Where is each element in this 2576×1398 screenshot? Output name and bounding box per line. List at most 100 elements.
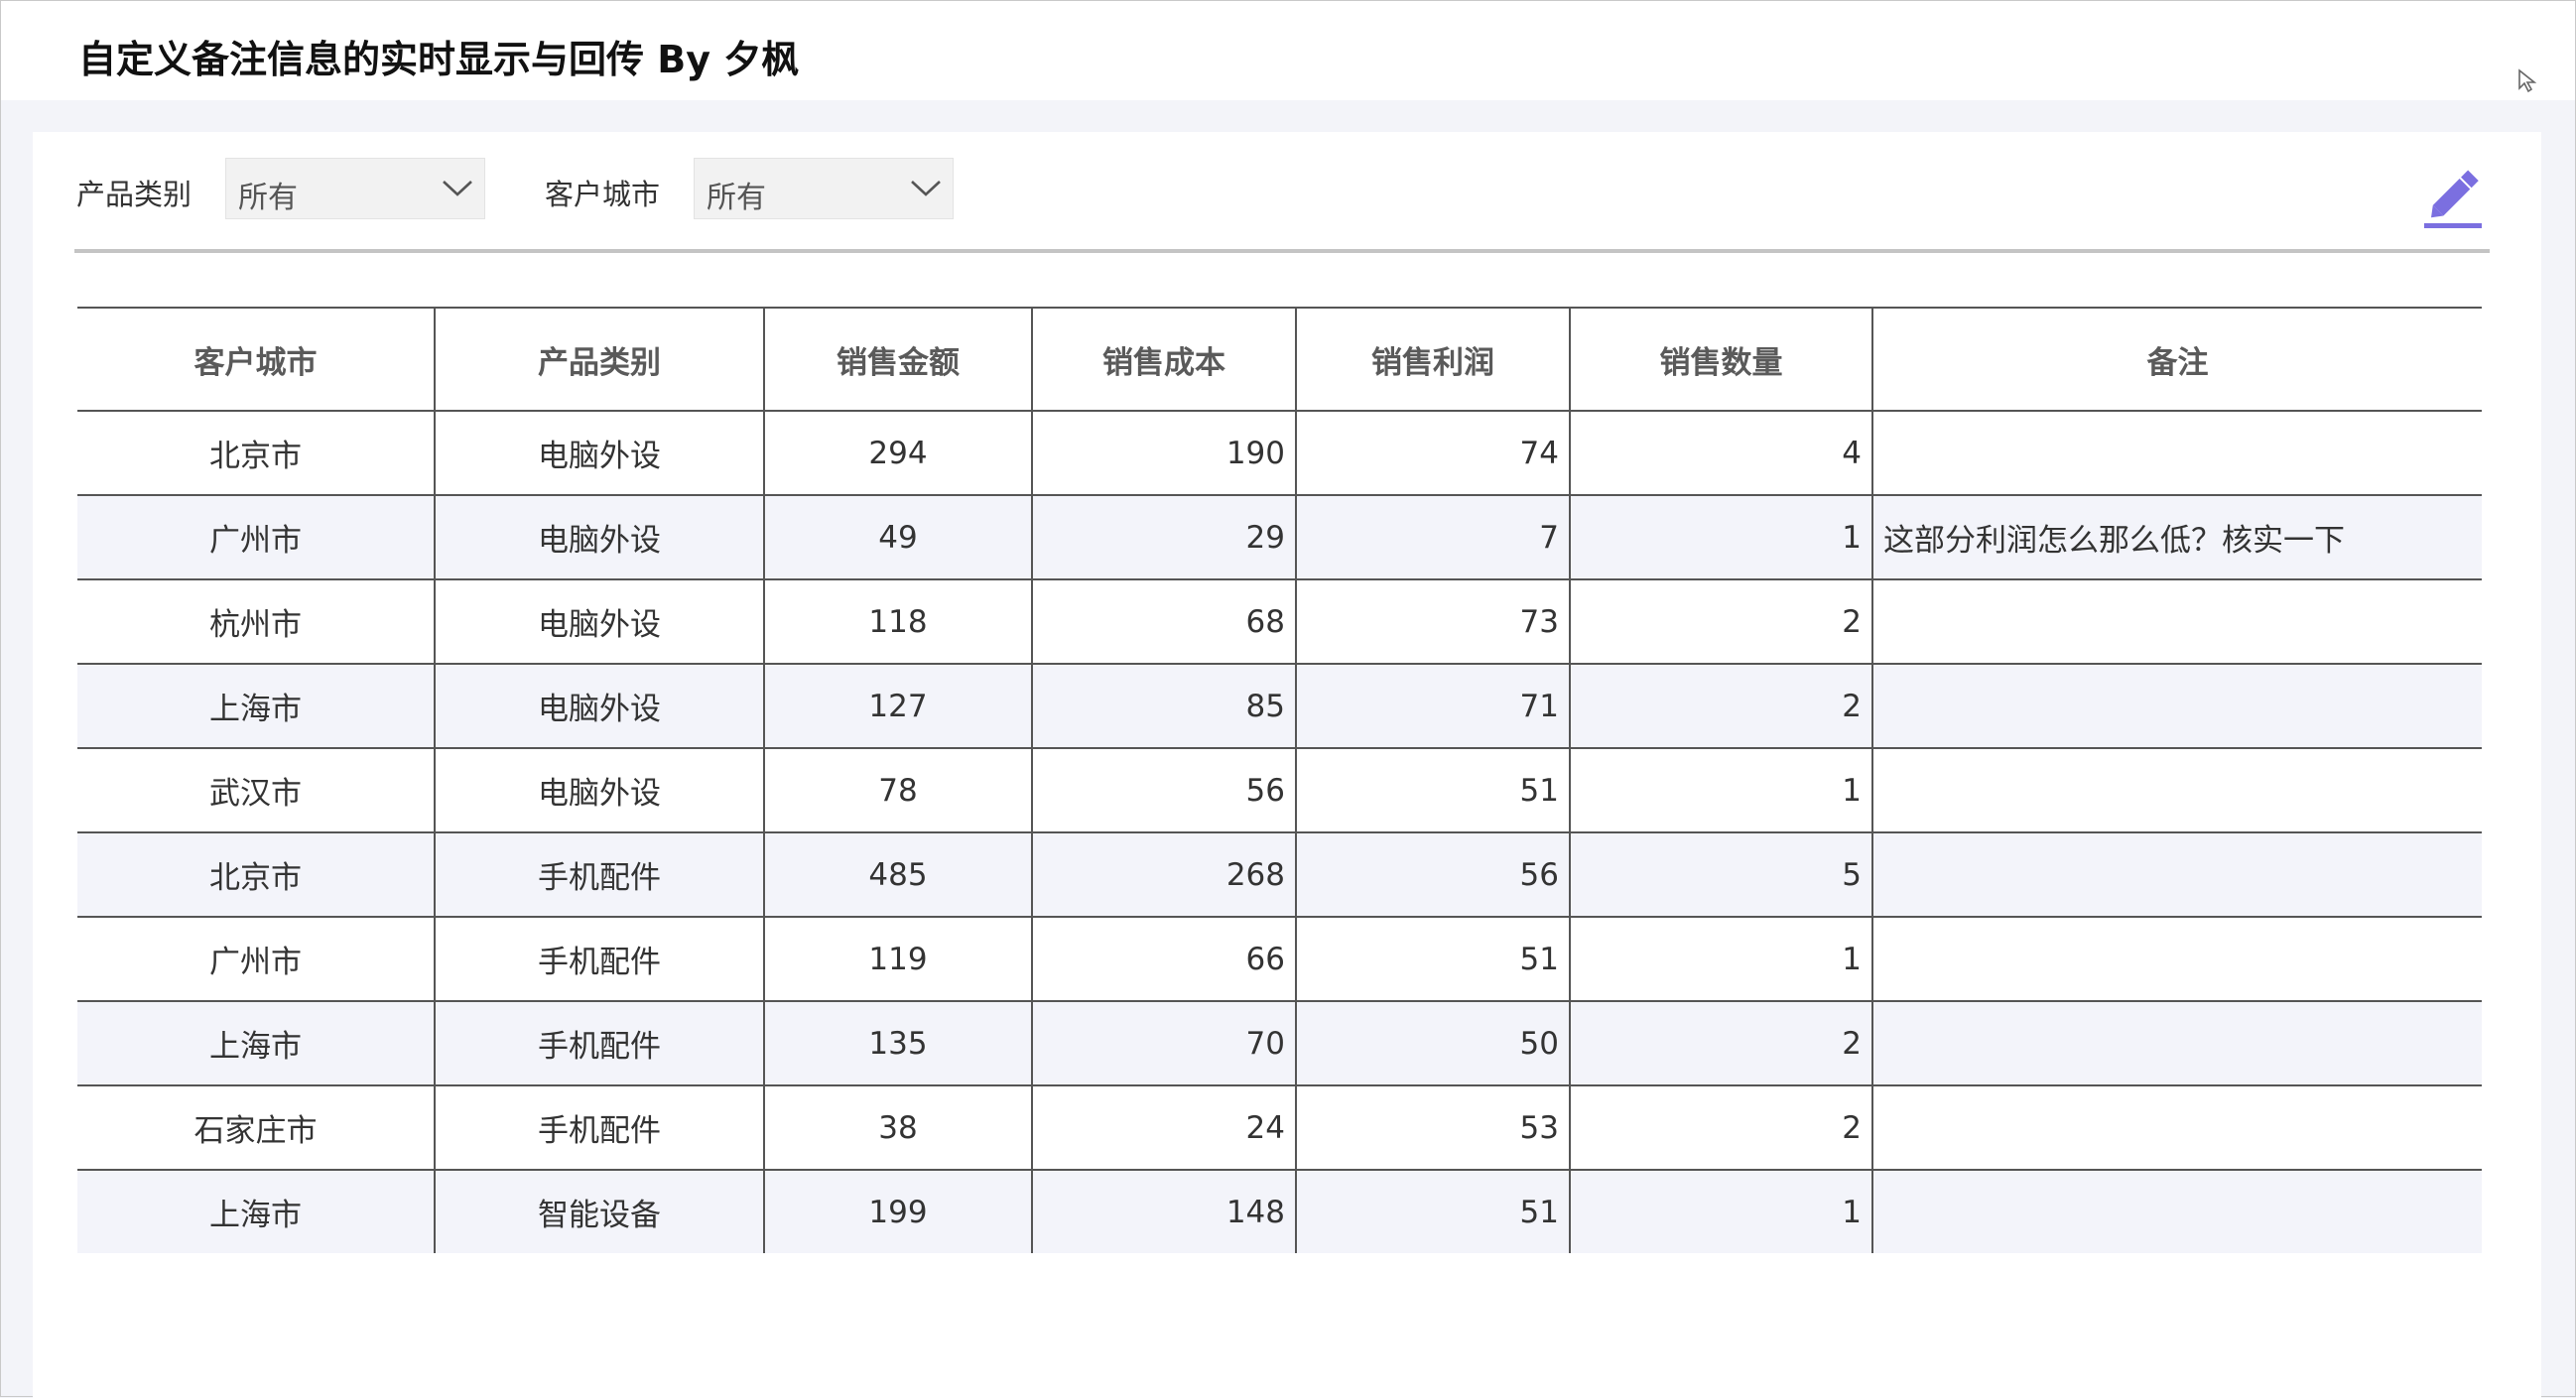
cell-note[interactable] bbox=[1871, 831, 2482, 917]
pencil-icon bbox=[2424, 170, 2482, 228]
cell-sales-amount: 38 bbox=[763, 1084, 1032, 1170]
chevron-down-icon bbox=[443, 181, 472, 196]
cell-sales-quantity: 2 bbox=[1569, 578, 1872, 664]
cell-sales-amount: 199 bbox=[763, 1169, 1032, 1253]
cell-sales-quantity: 1 bbox=[1569, 1169, 1872, 1253]
cell-category: 手机配件 bbox=[434, 1084, 764, 1170]
column-header-sales-profit[interactable]: 销售利润 bbox=[1295, 307, 1570, 412]
column-header-city[interactable]: 客户城市 bbox=[77, 307, 435, 412]
cell-city: 上海市 bbox=[77, 1000, 435, 1085]
cell-sales-profit: 51 bbox=[1295, 1169, 1570, 1253]
edit-note-button[interactable] bbox=[2420, 162, 2488, 231]
city-dropdown-value: 所有 bbox=[707, 181, 766, 215]
cell-note[interactable] bbox=[1871, 663, 2482, 748]
cell-sales-profit: 7 bbox=[1295, 494, 1570, 579]
cell-sales-cost: 268 bbox=[1031, 831, 1296, 917]
table-row[interactable]: 上海市 智能设备 199 148 51 1 bbox=[77, 1169, 2482, 1253]
cell-sales-amount: 78 bbox=[763, 747, 1032, 832]
cell-sales-profit: 74 bbox=[1295, 410, 1570, 495]
cell-sales-quantity: 1 bbox=[1569, 747, 1872, 832]
column-header-note[interactable]: 备注 bbox=[1871, 307, 2482, 412]
title-bar: 自定义备注信息的实时显示与回传 By 夕枫 bbox=[1, 1, 2575, 100]
cell-category: 电脑外设 bbox=[434, 578, 764, 664]
cell-sales-cost: 70 bbox=[1031, 1000, 1296, 1085]
mouse-pointer-icon bbox=[2518, 68, 2537, 93]
cell-city: 北京市 bbox=[77, 831, 435, 917]
cell-sales-cost: 85 bbox=[1031, 663, 1296, 748]
cell-sales-profit: 53 bbox=[1295, 1084, 1570, 1170]
cell-sales-amount: 485 bbox=[763, 831, 1032, 917]
category-dropdown-value: 所有 bbox=[238, 181, 298, 215]
category-dropdown[interactable]: 所有 bbox=[225, 158, 485, 219]
cell-category: 手机配件 bbox=[434, 1000, 764, 1085]
cell-city: 上海市 bbox=[77, 1169, 435, 1253]
column-header-sales-amount[interactable]: 销售金额 bbox=[763, 307, 1032, 412]
cell-note[interactable] bbox=[1871, 916, 2482, 1001]
cell-sales-cost: 24 bbox=[1031, 1084, 1296, 1170]
cell-category: 电脑外设 bbox=[434, 663, 764, 748]
cell-sales-quantity: 2 bbox=[1569, 1084, 1872, 1170]
cell-sales-profit: 73 bbox=[1295, 578, 1570, 664]
cell-sales-quantity: 4 bbox=[1569, 410, 1872, 495]
table-row[interactable]: 北京市 电脑外设 294 190 74 4 bbox=[77, 410, 2482, 495]
cell-note[interactable] bbox=[1871, 1169, 2482, 1253]
cell-sales-quantity: 5 bbox=[1569, 831, 1872, 917]
cell-sales-amount: 127 bbox=[763, 663, 1032, 748]
cell-category: 手机配件 bbox=[434, 916, 764, 1001]
cell-sales-profit: 56 bbox=[1295, 831, 1570, 917]
cell-sales-amount: 119 bbox=[763, 916, 1032, 1001]
cell-sales-amount: 49 bbox=[763, 494, 1032, 579]
filter-label-category: 产品类别 bbox=[76, 178, 193, 211]
cell-sales-cost: 190 bbox=[1031, 410, 1296, 495]
cell-sales-cost: 68 bbox=[1031, 578, 1296, 664]
table-row[interactable]: 北京市 手机配件 485 268 56 5 bbox=[77, 831, 2482, 917]
sales-table: 客户城市 产品类别 销售金额 销售成本 销售利润 销售数量 备注 北京市 电脑外设… bbox=[77, 307, 2482, 1253]
column-header-sales-quantity[interactable]: 销售数量 bbox=[1569, 307, 1872, 412]
cell-city: 广州市 bbox=[77, 916, 435, 1001]
cell-sales-amount: 118 bbox=[763, 578, 1032, 664]
cell-sales-amount: 135 bbox=[763, 1000, 1032, 1085]
cell-sales-profit: 51 bbox=[1295, 747, 1570, 832]
cell-category: 电脑外设 bbox=[434, 747, 764, 832]
cell-sales-profit: 50 bbox=[1295, 1000, 1570, 1085]
filter-label-city: 客户城市 bbox=[545, 178, 661, 211]
cell-sales-cost: 148 bbox=[1031, 1169, 1296, 1253]
cell-category: 手机配件 bbox=[434, 831, 764, 917]
cell-sales-amount: 294 bbox=[763, 410, 1032, 495]
table-row[interactable]: 广州市 手机配件 119 66 51 1 bbox=[77, 916, 2482, 1001]
chevron-down-icon bbox=[911, 181, 941, 196]
table-row[interactable]: 武汉市 电脑外设 78 56 51 1 bbox=[77, 747, 2482, 832]
cell-category: 电脑外设 bbox=[434, 494, 764, 579]
cell-city: 石家庄市 bbox=[77, 1084, 435, 1170]
cell-sales-cost: 56 bbox=[1031, 747, 1296, 832]
cell-sales-quantity: 1 bbox=[1569, 494, 1872, 579]
cell-sales-cost: 29 bbox=[1031, 494, 1296, 579]
table-row[interactable]: 上海市 手机配件 135 70 50 2 bbox=[77, 1000, 2482, 1085]
cell-category: 智能设备 bbox=[434, 1169, 764, 1253]
table-header-row: 客户城市 产品类别 销售金额 销售成本 销售利润 销售数量 备注 bbox=[77, 307, 2482, 412]
column-header-sales-cost[interactable]: 销售成本 bbox=[1031, 307, 1296, 412]
cell-sales-profit: 71 bbox=[1295, 663, 1570, 748]
app-window: 自定义备注信息的实时显示与回传 By 夕枫 产品类别 所有 客户城市 所有 客户… bbox=[0, 0, 2576, 1398]
cell-sales-quantity: 2 bbox=[1569, 663, 1872, 748]
cell-category: 电脑外设 bbox=[434, 410, 764, 495]
cell-note[interactable] bbox=[1871, 1000, 2482, 1085]
column-header-category[interactable]: 产品类别 bbox=[434, 307, 764, 412]
cell-note[interactable] bbox=[1871, 1084, 2482, 1170]
city-dropdown[interactable]: 所有 bbox=[694, 158, 954, 219]
cell-city: 广州市 bbox=[77, 494, 435, 579]
report-panel: 产品类别 所有 客户城市 所有 客户城市 产品类别 销售金额 销售成本 销售利润… bbox=[33, 132, 2541, 1398]
table-row[interactable]: 广州市 电脑外设 49 29 7 1 这部分利润怎么那么低？核实一下 bbox=[77, 494, 2482, 579]
cell-city: 杭州市 bbox=[77, 578, 435, 664]
cell-note[interactable] bbox=[1871, 410, 2482, 495]
cell-city: 北京市 bbox=[77, 410, 435, 495]
cell-sales-profit: 51 bbox=[1295, 916, 1570, 1001]
cell-sales-quantity: 2 bbox=[1569, 1000, 1872, 1085]
cell-note[interactable] bbox=[1871, 578, 2482, 664]
table-row[interactable]: 上海市 电脑外设 127 85 71 2 bbox=[77, 663, 2482, 748]
cell-note[interactable]: 这部分利润怎么那么低？核实一下 bbox=[1871, 494, 2482, 579]
table-row[interactable]: 石家庄市 手机配件 38 24 53 2 bbox=[77, 1084, 2482, 1170]
table-row[interactable]: 杭州市 电脑外设 118 68 73 2 bbox=[77, 578, 2482, 664]
cell-note[interactable] bbox=[1871, 747, 2482, 832]
cell-city: 武汉市 bbox=[77, 747, 435, 832]
